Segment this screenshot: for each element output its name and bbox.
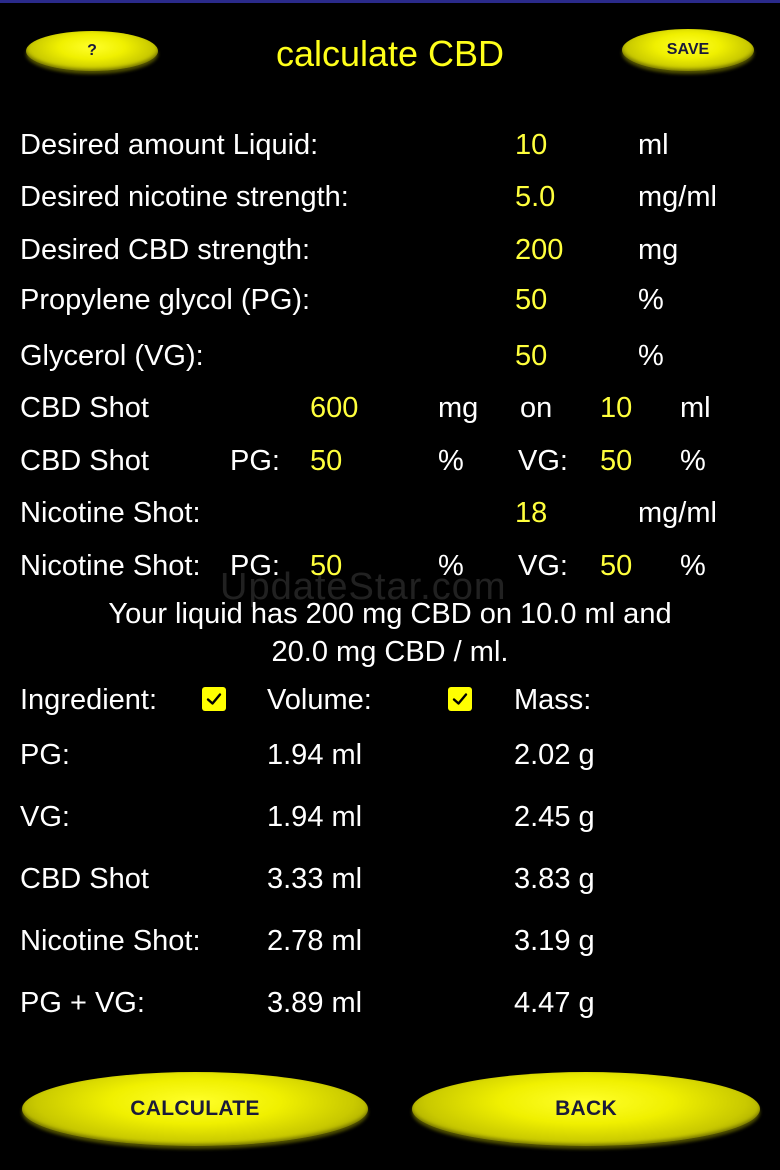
volume-header: Volume: xyxy=(267,684,372,716)
top-border xyxy=(0,0,780,3)
cbd-shot-ml-input[interactable]: 10 xyxy=(600,394,632,423)
nicotine-shot-vg-label: VG: xyxy=(518,550,568,582)
ingredient-name: VG: xyxy=(20,801,70,833)
nicotine-strength-input[interactable]: 5.0 xyxy=(515,183,555,212)
ingredient-volume: 3.33 ml xyxy=(267,863,363,895)
ingredient-mass: 4.47 g xyxy=(514,987,595,1019)
cbd-shot-vg-input[interactable]: 50 xyxy=(600,447,632,476)
ingredient-mass: 3.83 g xyxy=(514,863,595,895)
cbd-shot-ml-unit: ml xyxy=(680,392,711,424)
ingredient-name: PG: xyxy=(20,739,70,771)
nicotine-shot-vg-input[interactable]: 50 xyxy=(600,552,632,581)
vg-input[interactable]: 50 xyxy=(515,342,547,371)
ingredient-header: Ingredient: xyxy=(20,684,158,716)
cbd-shot-vg-label: VG: xyxy=(518,445,568,477)
cbd-shot-vg-unit: % xyxy=(680,445,706,477)
pg-unit: % xyxy=(638,284,664,316)
result-line-1: Your liquid has 200 mg CBD on 10.0 ml an… xyxy=(108,598,672,630)
cbd-shot-mg-input[interactable]: 600 xyxy=(310,394,358,423)
nicotine-strength-label: Desired nicotine strength: xyxy=(20,181,349,213)
save-button[interactable]: SAVE xyxy=(622,29,754,71)
ingredient-mass: 3.19 g xyxy=(514,925,595,957)
ingredient-mass: 2.45 g xyxy=(514,801,595,833)
ingredient-volume: 3.89 ml xyxy=(267,987,363,1019)
cbd-strength-input[interactable]: 200 xyxy=(515,236,563,265)
ingredient-volume: 2.78 ml xyxy=(267,925,363,957)
cbd-shot-pg-label: PG: xyxy=(230,445,280,477)
cbd-shot-ratio-label: CBD Shot xyxy=(20,445,149,477)
nicotine-shot-input[interactable]: 18 xyxy=(515,499,547,528)
vg-label: Glycerol (VG): xyxy=(20,340,204,372)
ingredient-name: CBD Shot xyxy=(20,863,149,895)
cbd-strength-label: Desired CBD strength: xyxy=(20,234,311,266)
calculate-button[interactable]: CALCULATE xyxy=(22,1072,368,1146)
nicotine-shot-unit: mg/ml xyxy=(638,497,717,529)
nicotine-strength-unit: mg/ml xyxy=(638,181,717,213)
ingredient-mass: 2.02 g xyxy=(514,739,595,771)
nicotine-shot-ratio-label: Nicotine Shot: xyxy=(20,550,201,582)
cbd-shot-mg-unit: mg xyxy=(438,392,479,424)
ingredient-name: Nicotine Shot: xyxy=(20,925,201,957)
liquid-label: Desired amount Liquid: xyxy=(20,129,319,161)
nicotine-shot-label: Nicotine Shot: xyxy=(20,497,201,529)
cbd-shot-label: CBD Shot xyxy=(20,392,149,424)
pg-input[interactable]: 50 xyxy=(515,286,547,315)
pg-label: Propylene glycol (PG): xyxy=(20,284,311,316)
checkmark-icon xyxy=(452,693,468,705)
liquid-unit: ml xyxy=(638,129,669,161)
cbd-shot-pg-unit: % xyxy=(438,445,464,477)
cbd-strength-unit: mg xyxy=(638,234,679,266)
mass-header: Mass: xyxy=(514,684,592,716)
ingredient-volume: 1.94 ml xyxy=(267,739,363,771)
cbd-shot-on-label: on xyxy=(520,392,553,424)
result-line-2: 20.0 mg CBD / ml. xyxy=(271,636,509,668)
cbd-shot-pg-input[interactable]: 50 xyxy=(310,447,342,476)
ingredient-name: PG + VG: xyxy=(20,987,145,1019)
back-button[interactable]: BACK xyxy=(412,1072,760,1146)
liquid-input[interactable]: 10 xyxy=(515,131,547,160)
vg-unit: % xyxy=(638,340,664,372)
mass-checkbox[interactable] xyxy=(448,687,472,711)
volume-checkbox[interactable] xyxy=(202,687,226,711)
checkmark-icon xyxy=(206,693,222,705)
nicotine-shot-vg-unit: % xyxy=(680,550,706,582)
ingredient-volume: 1.94 ml xyxy=(267,801,363,833)
